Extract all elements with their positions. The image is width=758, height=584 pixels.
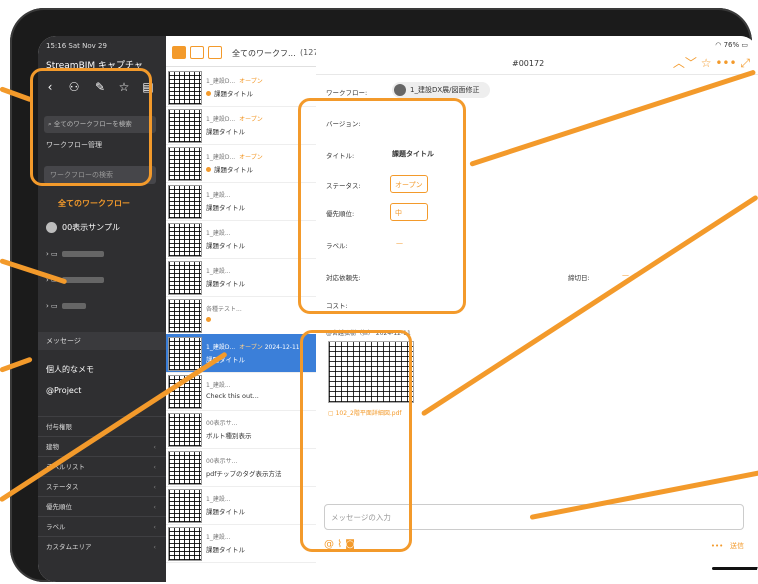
avatar bbox=[46, 222, 57, 233]
messages-header: メッセージ bbox=[38, 332, 166, 350]
more-icon[interactable]: ••• bbox=[715, 56, 736, 70]
list-item[interactable]: 1_建設... 課題タイトル bbox=[166, 486, 316, 525]
list-item[interactable]: 1_建設D... オープン 課題タイトル bbox=[166, 68, 316, 107]
expand-icon[interactable]: ⤢ bbox=[740, 56, 750, 70]
list-item[interactable]: 1_建設D... オープン 課題タイトル bbox=[166, 144, 316, 183]
folder-icon: ▭ bbox=[51, 250, 58, 258]
highlight-fields bbox=[298, 98, 466, 314]
avatar bbox=[394, 84, 406, 96]
filter-custom-area[interactable]: カスタムエリア ‹ bbox=[38, 536, 166, 556]
chevron-left-icon: ‹ bbox=[153, 443, 156, 451]
battery-indicator: ◠ 76% ▭ bbox=[715, 41, 748, 49]
list-item[interactable]: 00表示サ... ボルト種別表示 bbox=[166, 410, 316, 449]
detail-nav: ︿﹀ ☆ ••• ⤢ bbox=[673, 54, 750, 71]
chevron-right-icon: › bbox=[46, 302, 49, 310]
list-item[interactable]: 1_建設... 課題タイトル bbox=[166, 524, 316, 563]
list-title: 全てのワークフ... bbox=[232, 49, 296, 58]
filter-building[interactable]: 建物 ‹ bbox=[38, 436, 166, 456]
star-icon[interactable]: ☆ bbox=[701, 56, 712, 70]
list-item[interactable]: 1_建設... 課題タイトル bbox=[166, 182, 316, 221]
list-item[interactable]: 1_建設D... オープン 課題タイトル bbox=[166, 106, 316, 145]
chevron-up-icon[interactable]: ︿ bbox=[673, 56, 685, 70]
list-item[interactable]: 各種テスト... bbox=[166, 296, 316, 335]
list-header: 全てのワークフ... (127) bbox=[166, 36, 322, 67]
filter-priority[interactable]: 優先順位 ‹ bbox=[38, 496, 166, 516]
sample-workflow-item[interactable]: 00表示サンプル bbox=[46, 222, 120, 233]
workflow-label: ワークフロー: bbox=[326, 89, 368, 97]
chevron-down-icon[interactable]: ﹀ bbox=[685, 56, 697, 70]
send-button[interactable]: 送信 bbox=[730, 542, 744, 550]
status-time: 15:16 Sat Nov 29 bbox=[46, 42, 107, 50]
highlight-sidebar-tools bbox=[30, 68, 152, 186]
due-label: 締切日: bbox=[568, 274, 590, 282]
list-item[interactable]: 1_建設... 課題タイトル bbox=[166, 220, 316, 259]
list-item-selected[interactable]: 1_建設D... オープン 2024-12-11 課題タイトル bbox=[166, 334, 316, 373]
chevron-left-icon: ‹ bbox=[153, 463, 156, 471]
battery-icon: ▭ bbox=[741, 41, 748, 49]
list-item[interactable]: 1_建設... 課題タイトル bbox=[166, 258, 316, 297]
folder-item[interactable]: › ▭ bbox=[46, 302, 86, 310]
chevron-right-icon: › bbox=[46, 250, 49, 258]
personal-memo-item[interactable]: 個人的なメモ bbox=[46, 364, 94, 375]
highlight-attachment bbox=[300, 330, 412, 552]
list-item[interactable]: 00表示サ... pdfチップのタグ表示方法 bbox=[166, 448, 316, 487]
folder-item[interactable]: › ▭ bbox=[46, 250, 104, 258]
workflow-chip[interactable]: 1_建設DX展/図面修正 bbox=[392, 82, 490, 98]
workflow-list: 全てのワークフ... (127) 1_建設D... オープン 課題タイトル 1_建設… bbox=[166, 36, 322, 582]
folder-icon: ▭ bbox=[51, 302, 58, 310]
list-view-icon[interactable] bbox=[190, 46, 204, 59]
filter-label[interactable]: ラベル ‹ bbox=[38, 516, 166, 536]
send-row: ••• 送信 bbox=[711, 541, 744, 551]
chart-view-icon[interactable] bbox=[208, 46, 222, 59]
more-icon[interactable]: ••• bbox=[711, 542, 723, 550]
split-view-icon[interactable] bbox=[172, 46, 186, 59]
detail-topbar: #00172 ︿﹀ ☆ ••• ⤢ bbox=[316, 52, 758, 75]
chevron-left-icon: ‹ bbox=[153, 503, 156, 511]
chevron-left-icon: ‹ bbox=[153, 523, 156, 531]
workflow-id: #00172 bbox=[512, 59, 545, 68]
chevron-left-icon: ‹ bbox=[153, 483, 156, 491]
filter-status[interactable]: ステータス ‹ bbox=[38, 476, 166, 496]
all-workflows-item[interactable]: 全てのワークフロー bbox=[58, 198, 130, 209]
project-item[interactable]: @Project bbox=[46, 386, 81, 395]
home-indicator bbox=[712, 567, 758, 570]
wifi-icon: ◠ bbox=[715, 41, 724, 49]
chevron-left-icon: ‹ bbox=[153, 543, 156, 551]
